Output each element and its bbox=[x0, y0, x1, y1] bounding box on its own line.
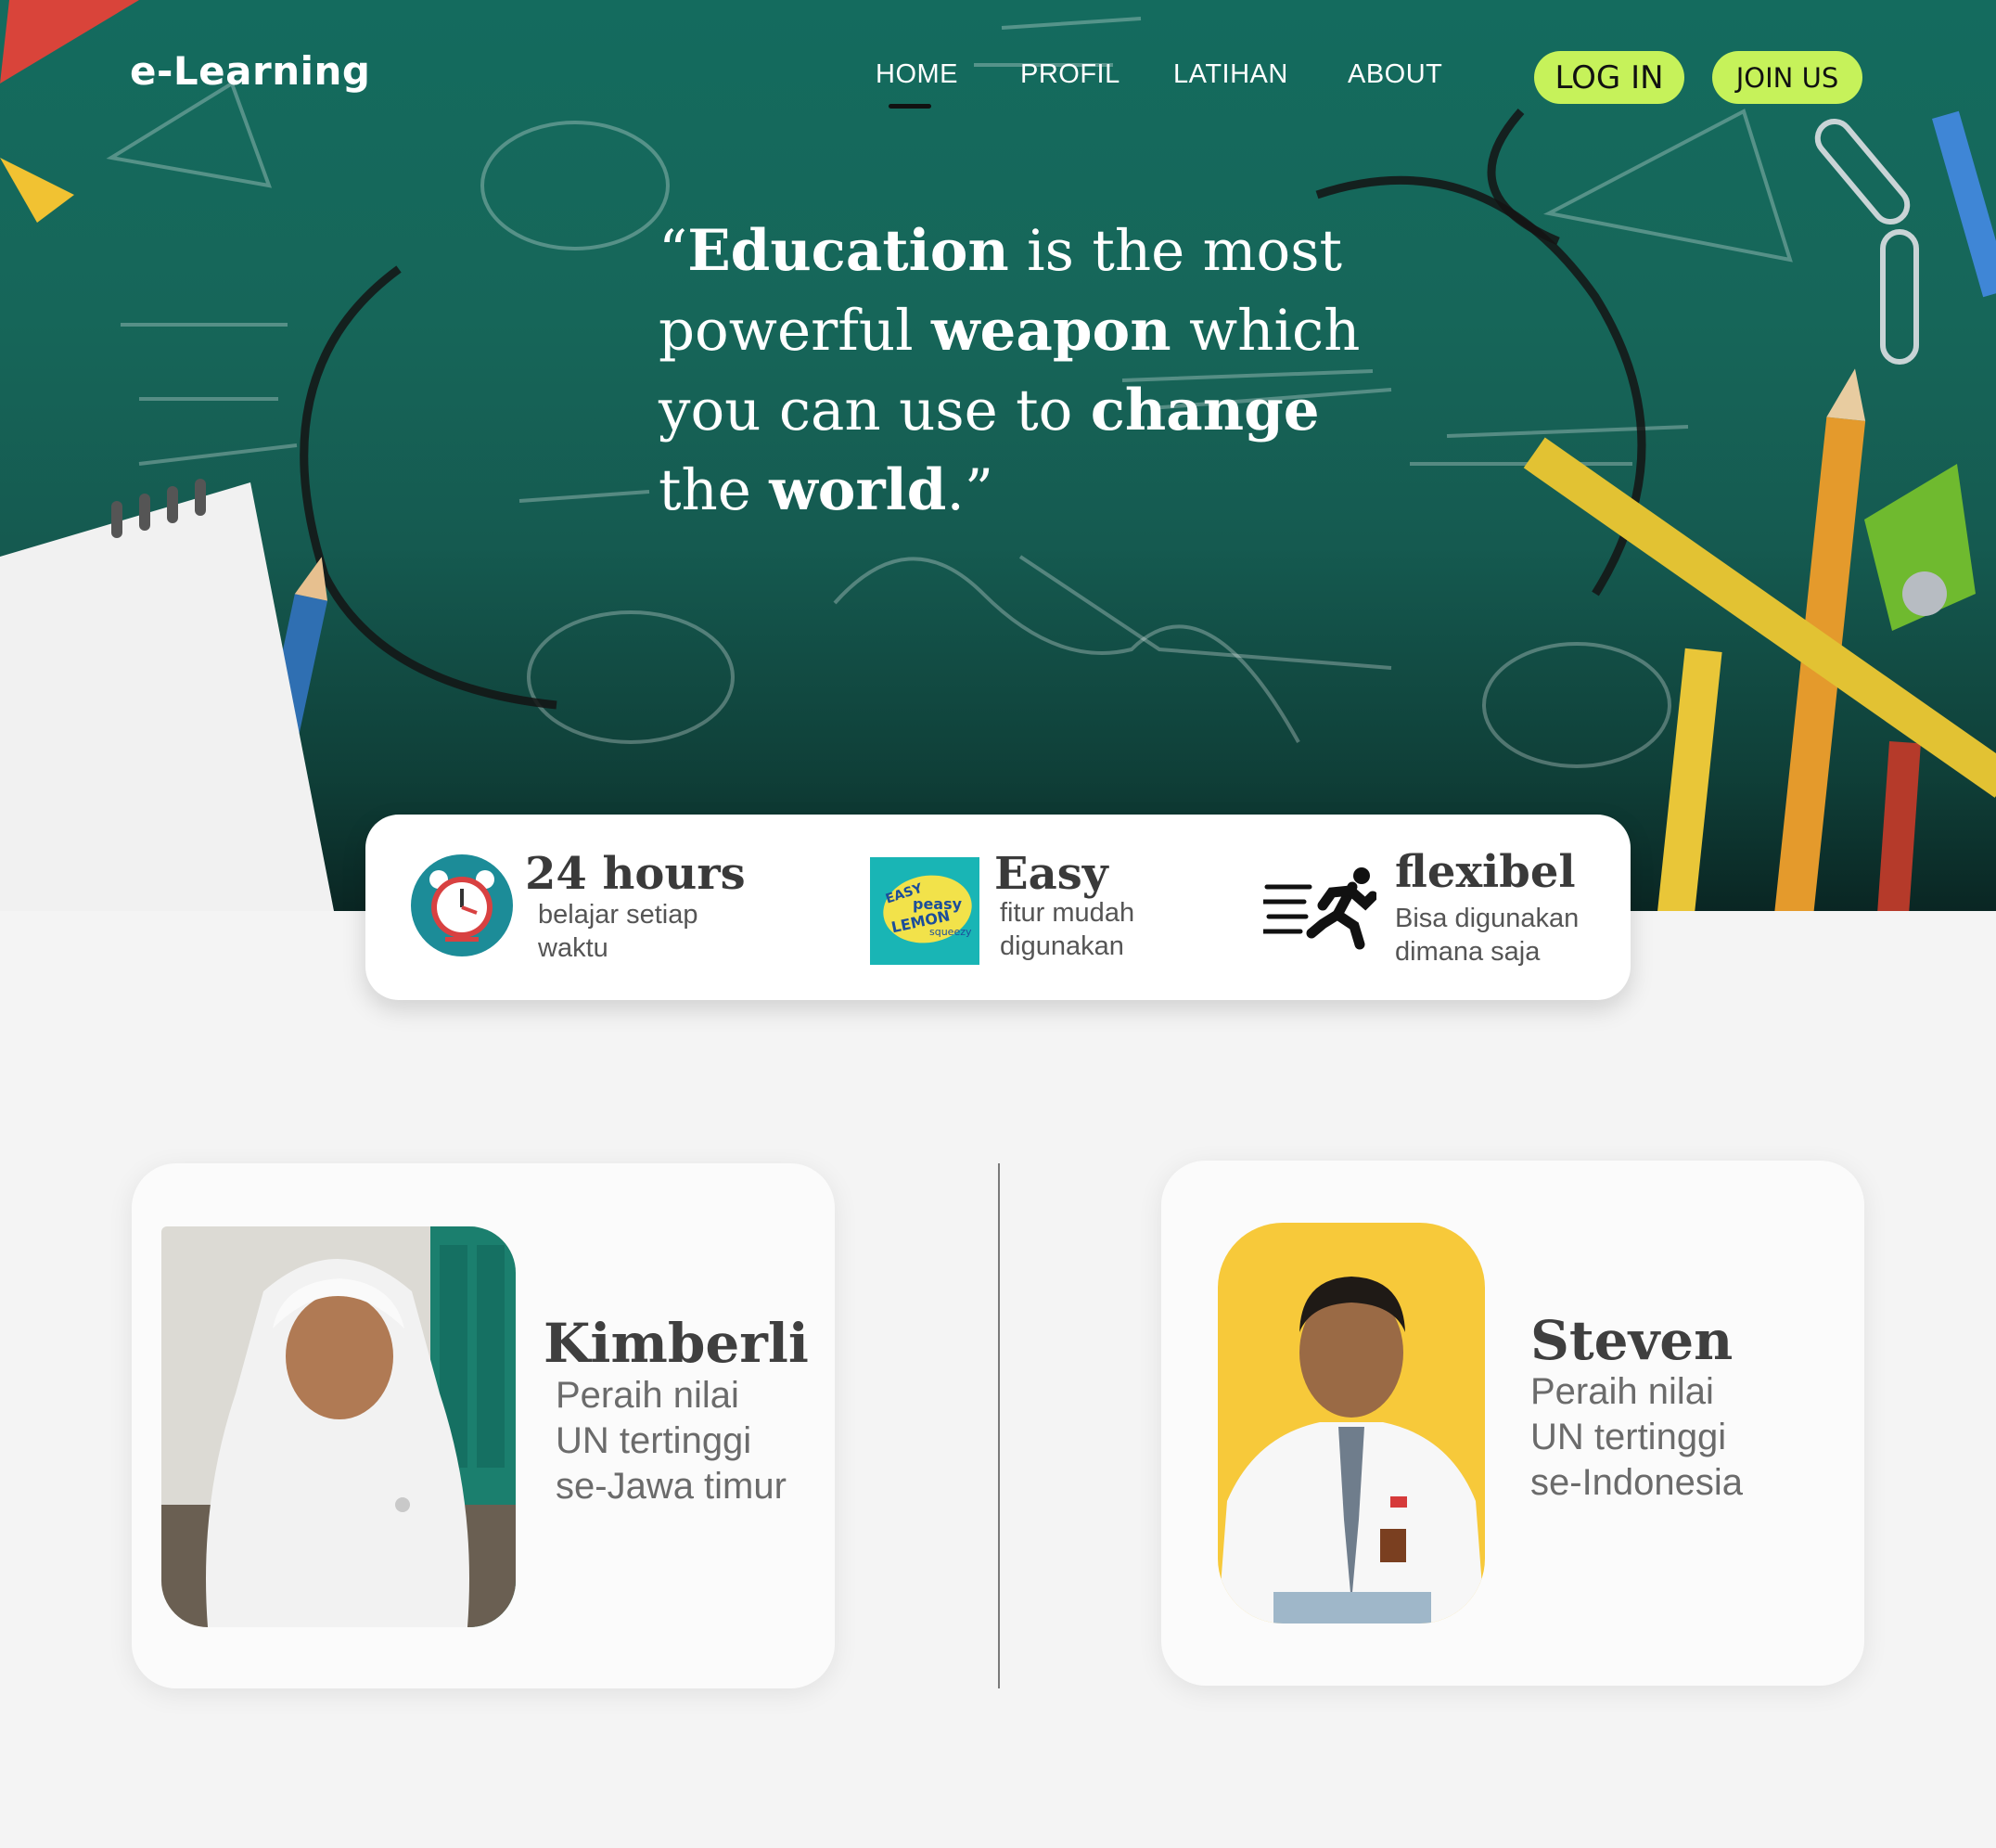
feature-desc-24-hours: belajar setiap waktu bbox=[538, 900, 698, 963]
student-photo-steven bbox=[1218, 1223, 1485, 1623]
feature-title-24-hours: 24 hours bbox=[525, 848, 746, 900]
student-photo-kimberli bbox=[161, 1226, 516, 1627]
student-achievement: Peraih nilai UN tertinggi se-Indonesia bbox=[1530, 1371, 1744, 1503]
easy-peasy-lemon-squeezy-badge: EASY peasy LEMON squeezy bbox=[870, 857, 979, 965]
feature-desc-flexibel: Bisa digunakan dimana saja bbox=[1395, 904, 1580, 967]
brand-logo[interactable]: e-Learning bbox=[130, 48, 370, 94]
hero-quote: “Education is the most powerful weapon w… bbox=[659, 218, 1361, 523]
login-button[interactable]: LOG IN bbox=[1534, 51, 1684, 104]
student-name: Kimberli bbox=[544, 1312, 809, 1375]
nav-active-indicator bbox=[889, 104, 931, 109]
nav-latihan[interactable]: LATIHAN bbox=[1173, 59, 1288, 90]
nav-about[interactable]: ABOUT bbox=[1348, 59, 1442, 90]
features-card: 24 hours belajar setiap waktu EASY peasy… bbox=[365, 815, 1631, 1000]
running-person-icon bbox=[1263, 867, 1376, 950]
feature-title-flexibel: flexibel bbox=[1395, 846, 1576, 898]
student-card-kimberli: Kimberli Peraih nilai UN tertinggi se-Ja… bbox=[132, 1163, 835, 1688]
alarm-clock-icon bbox=[411, 854, 513, 956]
student-achievement: Peraih nilai UN tertinggi se-Jawa timur bbox=[556, 1375, 787, 1507]
badge-word-squeezy: squeezy bbox=[929, 926, 972, 938]
student-name: Steven bbox=[1530, 1309, 1734, 1372]
nav-home[interactable]: HOME bbox=[876, 59, 958, 90]
nav-profil[interactable]: PROFIL bbox=[1020, 59, 1120, 90]
feature-desc-easy: fitur mudah digunakan bbox=[1000, 898, 1135, 961]
hero-banner: e-Learning HOME PROFIL LATIHAN ABOUT LOG… bbox=[0, 0, 1996, 911]
join-us-button[interactable]: JOIN US bbox=[1712, 51, 1862, 104]
student-card-steven: Steven Peraih nilai UN tertinggi se-Indo… bbox=[1161, 1161, 1864, 1686]
feature-title-easy: Easy bbox=[994, 848, 1108, 900]
section-divider bbox=[998, 1163, 1000, 1688]
